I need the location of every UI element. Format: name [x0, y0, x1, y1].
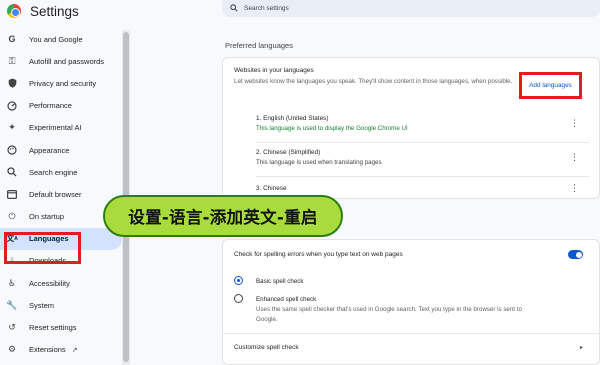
- sidebar-item-label: Search engine: [29, 167, 78, 177]
- shield-icon: [7, 78, 17, 89]
- spell-check-toggle[interactable]: [568, 250, 583, 259]
- more-options-icon[interactable]: ⋮: [570, 119, 579, 128]
- sidebar-item-label: Accessibility: [29, 278, 70, 288]
- chevron-right-icon[interactable]: ▸: [580, 344, 583, 351]
- sidebar-item-privacy[interactable]: Privacy and security: [0, 72, 122, 94]
- sidebar-item-extensions[interactable]: ⚙ Extensions ↗: [0, 339, 122, 361]
- chrome-logo-icon: [7, 4, 21, 18]
- language-name: 1. English (United States): [256, 115, 329, 122]
- websites-languages-heading: Websites in your languages: [234, 67, 314, 74]
- google-g-icon: G: [8, 34, 16, 45]
- sidebar-item-experimental-ai[interactable]: ✦ Experimental AI: [0, 117, 122, 139]
- key-icon: ⚿: [8, 55, 16, 66]
- search-input[interactable]: Search settings: [244, 5, 289, 12]
- sidebar-item-label: Appearance: [29, 145, 70, 155]
- languages-highlight-box: [4, 232, 81, 264]
- sidebar-nav: G You and Google ⚿ Autofill and password…: [0, 28, 122, 361]
- sidebar-item-label: Experimental AI: [29, 123, 82, 133]
- sidebar-item-label: Performance: [29, 101, 72, 111]
- sidebar-item-default-browser[interactable]: Default browser: [0, 183, 122, 205]
- language-name: 3. Chinese: [256, 185, 287, 192]
- sidebar-item-performance[interactable]: Performance: [0, 95, 122, 117]
- enhanced-spell-check-radio[interactable]: [234, 294, 243, 303]
- power-icon: ⏻: [8, 211, 16, 222]
- language-item: 1. English (United States) This language…: [256, 115, 408, 132]
- sidebar-item-appearance[interactable]: Appearance: [0, 139, 122, 161]
- instruction-banner: 设置-语言-添加英文-重启: [103, 195, 343, 237]
- language-item: 3. Chinese: [256, 185, 287, 192]
- search-icon: [230, 3, 238, 14]
- sidebar-item-label: System: [29, 300, 55, 310]
- enhanced-spell-check-description: Uses the same spell checker that's used …: [256, 306, 522, 323]
- sidebar-item-label: Autofill and passwords: [29, 56, 105, 66]
- divider: [256, 142, 589, 143]
- spell-check-card: Check for spelling errors when you type …: [222, 239, 600, 365]
- basic-spell-check-radio[interactable]: [234, 276, 243, 285]
- wrench-icon: 🔧: [6, 299, 18, 310]
- reset-icon: ↺: [8, 322, 16, 333]
- sidebar-item-label: Default browser: [29, 189, 82, 199]
- add-languages-label: Add languages: [529, 82, 572, 89]
- page-title: Settings: [30, 3, 79, 19]
- sidebar-item-label: Extensions: [29, 345, 66, 355]
- preferred-languages-card: Websites in your languages Let websites …: [222, 57, 600, 199]
- browser-window-icon: [7, 189, 17, 199]
- brand: Settings: [7, 2, 79, 20]
- sidebar-item-autofill[interactable]: ⚿ Autofill and passwords: [0, 50, 122, 72]
- sidebar-item-label: You and Google: [29, 34, 83, 44]
- sidebar-item-you-and-google[interactable]: G You and Google: [0, 28, 122, 50]
- external-link-icon: ↗: [71, 346, 78, 354]
- enhanced-spell-check-label: Enhanced spell check: [256, 296, 317, 303]
- sidebar-item-label: Reset settings: [29, 323, 77, 333]
- sidebar-item-reset-settings[interactable]: ↺ Reset settings: [0, 316, 122, 338]
- sidebar-item-search-engine[interactable]: Search engine: [0, 161, 122, 183]
- sidebar-item-label: Privacy and security: [29, 78, 97, 88]
- sidebar: Settings G You and Google ⚿ Autofill and…: [0, 0, 130, 365]
- websites-languages-description: Let websites know the languages you spea…: [234, 78, 513, 85]
- language-name: 2. Chinese (Simplified): [256, 149, 321, 156]
- search-icon: [7, 167, 17, 177]
- sidebar-item-label: On startup: [29, 212, 65, 222]
- search-bar[interactable]: Search settings: [222, 0, 600, 17]
- more-options-icon[interactable]: ⋮: [570, 184, 579, 193]
- basic-spell-check-label: Basic spell check: [256, 278, 304, 285]
- add-languages-button[interactable]: Add languages: [519, 72, 582, 99]
- instruction-banner-text: 设置-语言-添加英文-重启: [128, 208, 318, 227]
- language-item: 2. Chinese (Simplified) This language is…: [256, 149, 382, 166]
- accessibility-icon: ♿: [7, 277, 17, 288]
- speedometer-icon: [7, 101, 17, 111]
- customize-spell-check-link[interactable]: Customize spell check: [234, 344, 299, 351]
- sidebar-item-system[interactable]: 🔧 System: [0, 294, 122, 316]
- language-note: This language is used to display the Goo…: [256, 125, 408, 132]
- language-note: This language is used when translating p…: [256, 159, 382, 166]
- more-options-icon[interactable]: ⋮: [570, 153, 579, 162]
- spell-check-toggle-label: Check for spelling errors when you type …: [234, 251, 403, 258]
- sidebar-item-accessibility[interactable]: ♿ Accessibility: [0, 272, 122, 294]
- palette-icon: [7, 145, 17, 155]
- divider: [223, 333, 599, 334]
- section-title-preferred-languages: Preferred languages: [225, 41, 293, 50]
- puzzle-icon: ⚙: [7, 344, 17, 355]
- sparkle-icon: ✦: [8, 122, 16, 133]
- divider: [256, 176, 589, 177]
